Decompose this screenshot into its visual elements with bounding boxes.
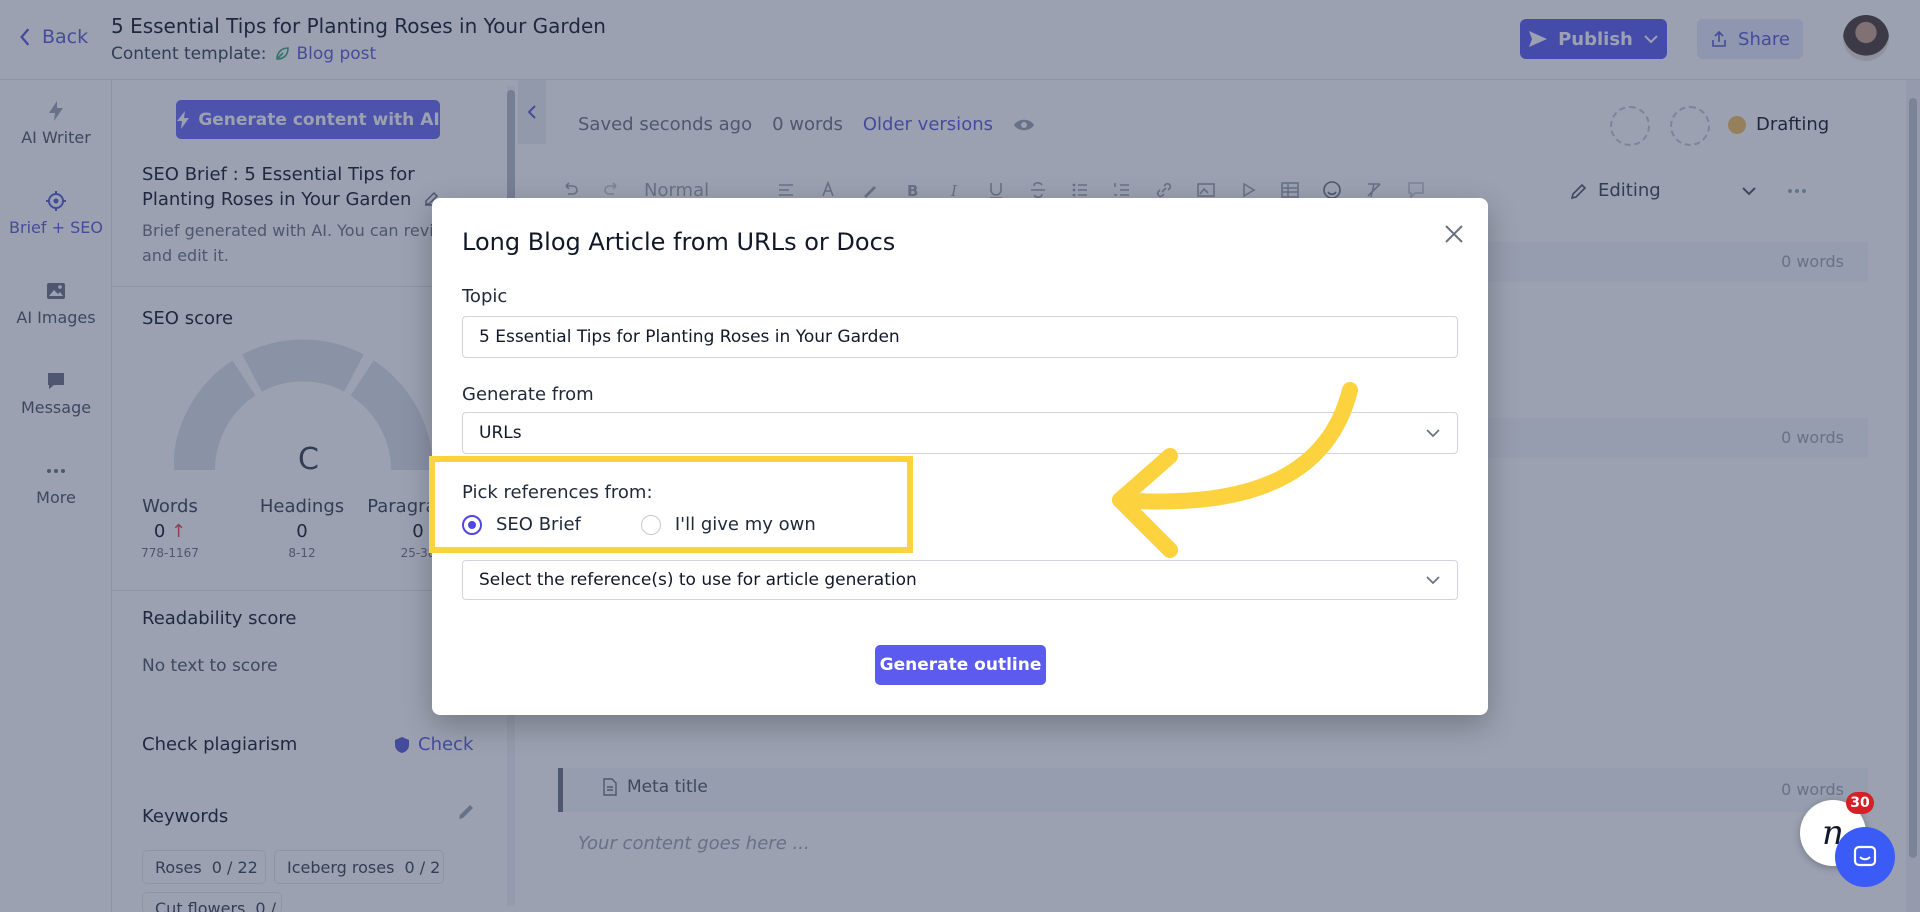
topic-value: 5 Essential Tips for Planting Roses in Y…	[479, 327, 900, 347]
chat-launcher-button[interactable]	[1835, 827, 1895, 887]
chevron-down-icon	[1426, 576, 1440, 585]
reference-placeholder: Select the reference(s) to use for artic…	[479, 570, 917, 590]
generate-from-label: Generate from	[462, 384, 594, 405]
arrow-annotation	[1112, 382, 1358, 558]
highlight-box	[429, 456, 913, 553]
chevron-down-icon	[1426, 429, 1440, 438]
modal-title: Long Blog Article from URLs or Docs	[462, 228, 896, 256]
generate-from-value: URLs	[479, 423, 522, 443]
close-icon[interactable]	[1442, 222, 1466, 246]
notification-count-badge: 30	[1846, 792, 1874, 814]
topic-input[interactable]: 5 Essential Tips for Planting Roses in Y…	[462, 316, 1458, 358]
chat-icon	[1853, 845, 1877, 867]
generate-outline-button[interactable]: Generate outline	[875, 645, 1046, 685]
topic-label: Topic	[462, 286, 508, 307]
